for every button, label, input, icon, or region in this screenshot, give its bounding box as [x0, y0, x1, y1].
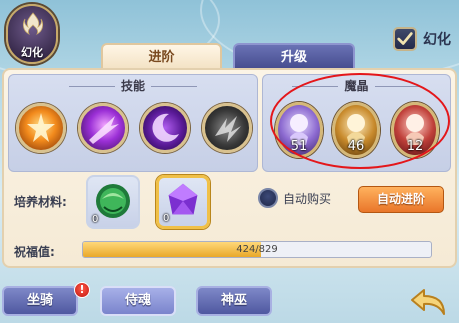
auto-advance-button[interactable]: 自动进阶: [358, 186, 444, 213]
material-slot-2[interactable]: 0: [156, 175, 210, 229]
skills-title: 技能: [9, 77, 257, 94]
claw-glyph: [215, 116, 241, 142]
toggle-label: 幻化: [423, 32, 451, 48]
blessing-bar: 424/829: [82, 241, 432, 258]
highlight-ring: [270, 73, 450, 169]
back-arrow-icon[interactable]: [410, 286, 450, 318]
blessing-value: 424/829: [236, 244, 278, 255]
blessing-label: 祝福值:: [14, 245, 55, 259]
auto-buy-label: 自动购买: [283, 191, 332, 206]
slash-glyph: [89, 116, 119, 144]
alert-badge: !: [74, 282, 90, 298]
tab-advance[interactable]: 进阶: [101, 43, 222, 69]
huanhua-emblem[interactable]: 幻化: [6, 4, 58, 64]
crescent-glyph: [152, 113, 179, 142]
purple-crescent-skill-icon[interactable]: [140, 103, 190, 153]
material-count: 0: [92, 214, 99, 225]
star-glyph: [27, 113, 55, 142]
material-slot-1[interactable]: 0: [86, 175, 140, 229]
tab-upgrade[interactable]: 升级: [233, 43, 355, 69]
huanhua-toggle[interactable]: 幻化: [393, 26, 451, 52]
star-burst-skill-icon[interactable]: [16, 103, 66, 153]
nav-shaman[interactable]: 神巫: [196, 286, 272, 316]
flame-icon: [22, 12, 44, 35]
nav-spirit[interactable]: 侍魂: [100, 286, 176, 316]
checkmark-icon: [397, 32, 413, 45]
checkbox[interactable]: [393, 27, 417, 51]
purple-slash-skill-icon[interactable]: [78, 103, 128, 153]
auto-buy-checkbox[interactable]: [258, 188, 278, 208]
auto-buy-option[interactable]: 自动购买: [258, 188, 331, 208]
materials-label: 培养材料:: [14, 195, 67, 209]
nav-mount[interactable]: 坐骑: [2, 286, 78, 316]
material-count: 0: [163, 213, 170, 224]
emblem-label: 幻化: [21, 46, 43, 59]
shadow-claw-skill-icon[interactable]: [202, 103, 252, 153]
